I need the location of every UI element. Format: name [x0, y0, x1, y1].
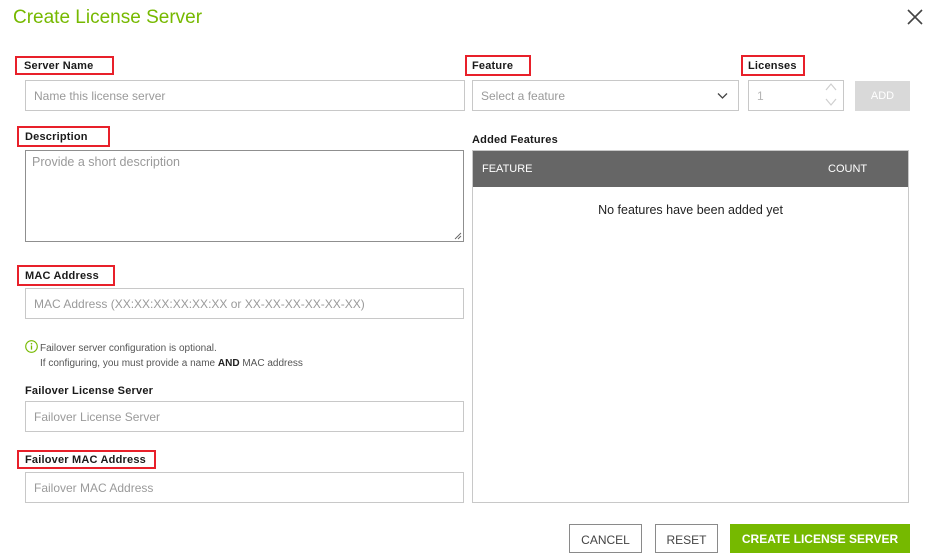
- description-placeholder: Provide a short description: [32, 155, 180, 169]
- mac-address-placeholder: MAC Address (XX:XX:XX:XX:XX:XX or XX-XX-…: [34, 297, 365, 311]
- close-icon[interactable]: [904, 6, 926, 28]
- failover-info-line2-end: MAC address: [239, 358, 303, 369]
- dialog-title: Create License Server: [13, 7, 203, 28]
- table-header: FEATURE COUNT: [473, 151, 908, 187]
- description-textarea[interactable]: Provide a short description: [25, 150, 464, 242]
- failover-info-line2-text: If configuring, you must provide a name: [40, 358, 218, 369]
- reset-button[interactable]: RESET: [655, 524, 718, 553]
- mac-address-label-box: MAC Address: [17, 265, 115, 286]
- mac-address-input[interactable]: MAC Address (XX:XX:XX:XX:XX:XX or XX-XX-…: [25, 288, 464, 319]
- failover-mac-label-box: Failover MAC Address: [17, 450, 156, 469]
- failover-info-and: AND: [217, 358, 240, 369]
- failover-mac-placeholder: Failover MAC Address: [34, 481, 154, 495]
- cancel-button[interactable]: CANCEL: [569, 524, 642, 553]
- add-button[interactable]: ADD: [855, 81, 910, 111]
- feature-label: Feature: [465, 55, 532, 76]
- server-name-label-box: Server Name: [15, 56, 114, 75]
- stepper-down-icon[interactable]: [825, 97, 837, 107]
- resize-grip-icon[interactable]: [454, 232, 462, 240]
- empty-table-message: No features have been added yet: [598, 203, 783, 217]
- description-label: Description: [17, 126, 110, 147]
- column-header-count[interactable]: COUNT: [828, 163, 867, 175]
- failover-info-line1: Failover server configuration is optiona…: [40, 343, 217, 354]
- column-header-feature[interactable]: FEATURE: [482, 163, 533, 175]
- stepper-up-icon[interactable]: [825, 82, 837, 92]
- licenses-value: 1: [757, 89, 764, 103]
- server-name-label: Server Name: [15, 56, 114, 75]
- licenses-label: Licenses: [741, 55, 805, 76]
- failover-server-input[interactable]: Failover License Server: [25, 401, 464, 432]
- server-name-input[interactable]: Name this license server: [25, 80, 465, 111]
- failover-server-placeholder: Failover License Server: [34, 410, 161, 424]
- info-circle-icon: [25, 340, 38, 353]
- failover-server-label: Failover License Server: [25, 385, 154, 397]
- description-label-box: Description: [17, 126, 110, 147]
- create-license-server-button[interactable]: CREATE LICENSE SERVER: [730, 524, 910, 553]
- feature-select-placeholder: Select a feature: [481, 89, 566, 103]
- mac-address-label: MAC Address: [17, 265, 115, 286]
- failover-mac-label: Failover MAC Address: [17, 450, 156, 469]
- added-features-heading: Added Features: [472, 134, 558, 146]
- licenses-label-box: Licenses: [741, 55, 805, 76]
- server-name-placeholder: Name this license server: [34, 89, 166, 103]
- failover-mac-input[interactable]: Failover MAC Address: [25, 472, 464, 503]
- chevron-down-icon: [717, 93, 728, 99]
- failover-info-line2: If configuring, you must provide a name …: [40, 357, 303, 370]
- feature-label-box: Feature: [465, 55, 532, 76]
- feature-select[interactable]: Select a feature: [472, 80, 739, 111]
- added-features-table: FEATURE COUNT No features have been adde…: [472, 150, 909, 503]
